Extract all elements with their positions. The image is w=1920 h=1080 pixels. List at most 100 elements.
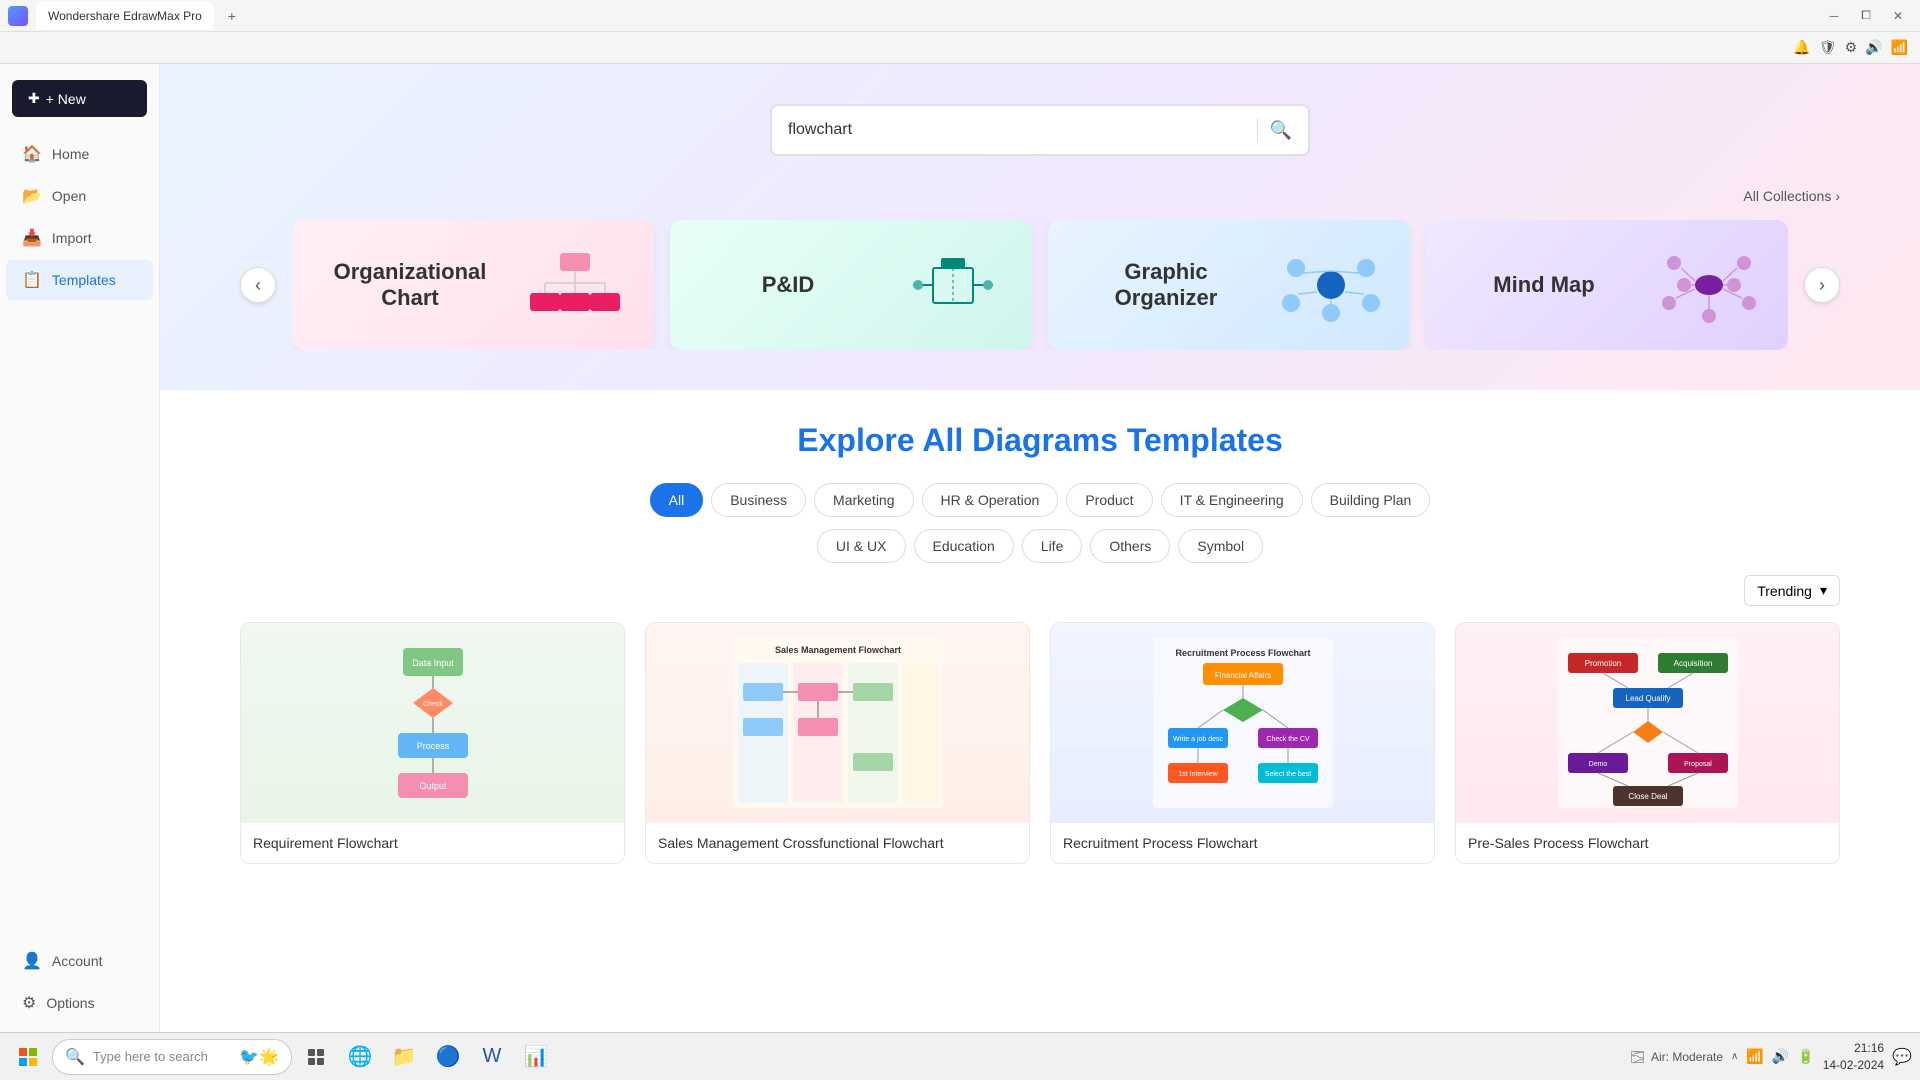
hero-section: 🔍 All Collections › ‹ Organizational Cha…: [160, 64, 1920, 390]
carousel-prev-button[interactable]: ‹: [240, 267, 276, 303]
filter-business[interactable]: Business: [711, 483, 806, 517]
sidebar-item-options-label: Options: [46, 995, 94, 1011]
add-tab-button[interactable]: +: [222, 6, 242, 26]
taskbar-right: 🌫 Air: Moderate ∧ 📶 🔊 🔋 21:16 14-02-2024…: [1630, 1040, 1912, 1074]
filter-marketing[interactable]: Marketing: [814, 483, 913, 517]
sidebar-item-account[interactable]: 👤 Account: [6, 941, 153, 981]
template-card-sales-mgmt[interactable]: Sales Management Flowchart: [645, 622, 1030, 864]
taskbar: 🔍 Type here to search 🐦🌟 🌐 📁 🔵 W 📊 🌫 Air…: [0, 1032, 1920, 1080]
all-collections-link[interactable]: All Collections ›: [240, 188, 1840, 204]
svg-text:Data Input: Data Input: [412, 658, 454, 668]
svg-text:Proposal: Proposal: [1684, 761, 1712, 768]
explore-title: Explore All Diagrams Templates: [240, 422, 1840, 459]
carousel-card-graphic-organizer[interactable]: Graphic Organizer: [1048, 220, 1410, 350]
carousel-card-graphic-organizer-title: Graphic Organizer: [1072, 259, 1260, 311]
app-body: ✚ + New 🏠 Home 📂 Open 📥 Import 📋 Templat…: [0, 64, 1920, 1032]
filter-life[interactable]: Life: [1022, 529, 1083, 563]
svg-text:Acquisition: Acquisition: [1673, 659, 1712, 668]
sidebar-item-options[interactable]: ⚙ Options: [6, 983, 153, 1023]
svg-text:1st Interview: 1st Interview: [1178, 771, 1218, 778]
notification-icon[interactable]: 🔔: [1793, 39, 1810, 56]
new-label: + New: [46, 91, 86, 107]
templates-icon: 📋: [22, 270, 42, 290]
tray-network-icon[interactable]: 📶: [1746, 1048, 1763, 1065]
new-button[interactable]: ✚ + New: [12, 80, 147, 117]
carousel-card-org-chart-title: Organizational Chart: [316, 259, 504, 311]
search-icon[interactable]: 🔍: [1270, 120, 1292, 141]
filter-product[interactable]: Product: [1066, 483, 1152, 517]
network-icon[interactable]: 📶: [1891, 39, 1908, 56]
taskbar-search-placeholder: Type here to search: [93, 1049, 208, 1064]
chrome-button[interactable]: 🔵: [428, 1037, 468, 1077]
template-thumb-pre-sales: Promotion Acquisition Lead Qualify Demo …: [1456, 623, 1839, 823]
file-explorer-button[interactable]: 📁: [384, 1037, 424, 1077]
svg-text:Lead Qualify: Lead Qualify: [1625, 694, 1670, 703]
tray-notification-icon[interactable]: 💬: [1892, 1047, 1912, 1067]
carousel-card-mind-map[interactable]: Mind Map: [1426, 220, 1788, 350]
filter-pills-row1: All Business Marketing HR & Operation Pr…: [240, 483, 1840, 517]
taskbar-search-bar[interactable]: 🔍 Type here to search 🐦🌟: [52, 1039, 292, 1075]
explore-title-static: Explore: [797, 422, 914, 458]
tray-chevron-icon[interactable]: ∧: [1731, 1051, 1738, 1062]
search-divider: [1257, 118, 1258, 142]
maximize-button[interactable]: ⧠: [1852, 6, 1880, 26]
minimize-button[interactable]: ─: [1820, 6, 1848, 26]
sidebar-item-home-label: Home: [52, 146, 89, 162]
edraw-button[interactable]: 📊: [516, 1037, 556, 1077]
settings-icon[interactable]: ⚙: [1845, 39, 1858, 56]
search-bar[interactable]: 🔍: [770, 104, 1310, 156]
taskbar-time-value: 21:16: [1823, 1040, 1884, 1057]
filter-others[interactable]: Others: [1090, 529, 1170, 563]
sidebar-item-import[interactable]: 📥 Import: [6, 218, 153, 258]
sort-label: Trending: [1757, 583, 1812, 599]
template-name-recruitment: Recruitment Process Flowchart: [1063, 835, 1422, 851]
sidebar-item-templates[interactable]: 📋 Templates: [6, 260, 153, 300]
tray-volume-icon[interactable]: 🔊: [1772, 1048, 1789, 1065]
sidebar-item-account-label: Account: [52, 953, 103, 969]
shield-icon[interactable]: 🛡: [1819, 39, 1837, 56]
task-view-button[interactable]: [296, 1037, 336, 1077]
template-name-req-flowchart: Requirement Flowchart: [253, 835, 612, 851]
template-card-recruitment[interactable]: Recruitment Process Flowchart Financial …: [1050, 622, 1435, 864]
system-tray-icons: 🔔 🛡 ⚙ 🔊 📶: [1793, 39, 1908, 56]
svg-text:Sales Management Flowchart: Sales Management Flowchart: [774, 645, 900, 655]
volume-icon[interactable]: 🔊: [1865, 39, 1882, 56]
taskbar-clock[interactable]: 21:16 14-02-2024: [1823, 1040, 1884, 1074]
templates-grid: Data Input Check Process Output: [240, 622, 1840, 864]
home-icon: 🏠: [22, 144, 42, 164]
taskbar-search-mascots: 🐦🌟: [239, 1047, 279, 1067]
all-collections-label: All Collections: [1743, 188, 1831, 204]
filter-it-engineering[interactable]: IT & Engineering: [1161, 483, 1303, 517]
sidebar-item-open[interactable]: 📂 Open: [6, 176, 153, 216]
carousel-card-pid[interactable]: P&ID: [670, 220, 1032, 350]
carousel-card-org-chart[interactable]: Organizational Chart: [292, 220, 654, 350]
window-controls: ─ ⧠ ✕: [1820, 6, 1912, 26]
template-card-req-flowchart[interactable]: Data Input Check Process Output: [240, 622, 625, 864]
options-icon: ⚙: [22, 993, 36, 1013]
filter-hr-operation[interactable]: HR & Operation: [922, 483, 1059, 517]
app-tab[interactable]: Wondershare EdrawMax Pro: [36, 2, 214, 30]
filter-symbol[interactable]: Symbol: [1178, 529, 1263, 563]
account-icon: 👤: [22, 951, 42, 971]
start-button[interactable]: [8, 1037, 48, 1077]
carousel-card-pid-title: P&ID: [694, 272, 882, 298]
search-input[interactable]: [788, 121, 1245, 139]
sort-select[interactable]: Trending ▾: [1744, 575, 1840, 606]
template-carousel: ‹ Organizational Chart: [240, 220, 1840, 350]
template-card-pre-sales[interactable]: Promotion Acquisition Lead Qualify Demo …: [1455, 622, 1840, 864]
taskbar-icons: 🌐 📁 🔵 W 📊: [296, 1037, 556, 1077]
carousel-next-button[interactable]: ›: [1804, 267, 1840, 303]
edge-browser-button[interactable]: 🌐: [340, 1037, 380, 1077]
filter-ui-ux[interactable]: UI & UX: [817, 529, 906, 563]
filter-all[interactable]: All: [650, 483, 704, 517]
filter-education[interactable]: Education: [914, 529, 1014, 563]
sidebar-item-import-label: Import: [52, 230, 92, 246]
sidebar-item-home[interactable]: 🏠 Home: [6, 134, 153, 174]
svg-text:Output: Output: [419, 781, 447, 791]
main-content: 🔍 All Collections › ‹ Organizational Cha…: [160, 64, 1920, 1032]
new-icon: ✚: [28, 90, 40, 107]
close-button[interactable]: ✕: [1884, 6, 1912, 26]
word-button[interactable]: W: [472, 1037, 512, 1077]
filter-building-plan[interactable]: Building Plan: [1311, 483, 1431, 517]
carousel-card-mind-map-title: Mind Map: [1450, 272, 1638, 298]
